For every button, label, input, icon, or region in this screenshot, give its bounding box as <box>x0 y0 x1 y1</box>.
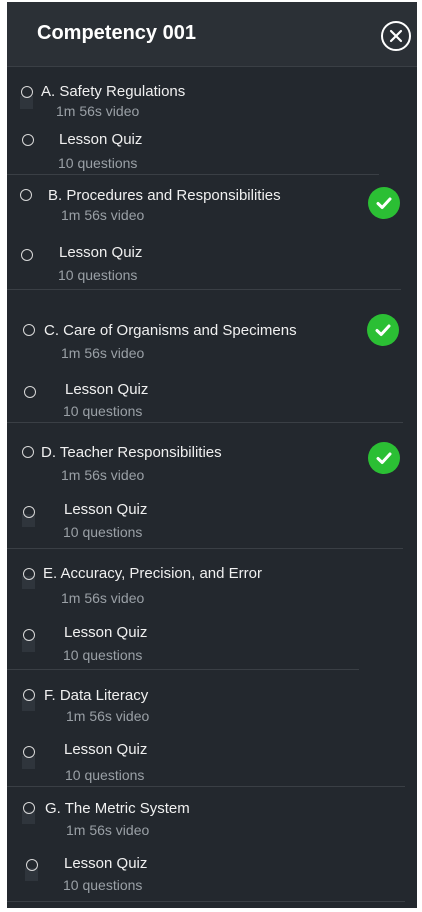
divider <box>7 174 379 175</box>
quiz-item-f[interactable]: Lesson Quiz 10 questions <box>7 738 417 798</box>
lesson-title: F. Data Literacy <box>44 687 149 704</box>
lesson-title: E. Accuracy, Precision, and Error <box>43 565 262 582</box>
quiz-title: Lesson Quiz <box>59 244 143 261</box>
close-button[interactable] <box>381 21 411 51</box>
lesson-item-g[interactable]: G. The Metric System 1m 56s video <box>7 797 417 857</box>
quiz-meta: 10 questions <box>63 524 143 540</box>
lesson-meta: 1m 56s video <box>66 822 150 838</box>
quiz-title: Lesson Quiz <box>59 131 143 148</box>
quiz-radio[interactable] <box>21 249 33 261</box>
quiz-item-e[interactable]: Lesson Quiz 10 questions <box>7 621 417 681</box>
quiz-item-c[interactable]: Lesson Quiz 10 questions <box>7 378 417 438</box>
divider <box>7 289 401 290</box>
quiz-radio[interactable] <box>23 506 35 518</box>
quiz-radio[interactable] <box>26 859 38 871</box>
lesson-meta: 1m 56s video <box>61 467 145 483</box>
quiz-item-b[interactable]: Lesson Quiz 10 questions <box>7 241 417 301</box>
lesson-title: G. The Metric System <box>45 800 190 817</box>
divider <box>7 548 403 549</box>
lesson-title: D. Teacher Responsibilities <box>41 444 222 461</box>
lesson-title: B. Procedures and Responsibilities <box>48 187 281 204</box>
divider <box>7 786 405 787</box>
quiz-meta: 10 questions <box>63 647 143 663</box>
quiz-radio[interactable] <box>24 386 36 398</box>
lesson-radio[interactable] <box>23 324 35 336</box>
lesson-meta: 1m 56s video <box>61 590 145 606</box>
lesson-item-b[interactable]: B. Procedures and Responsibilities 1m 56… <box>7 184 417 244</box>
completed-check-icon <box>367 314 399 346</box>
quiz-title: Lesson Quiz <box>64 624 148 641</box>
lesson-title: C. Care of Organisms and Specimens <box>44 322 297 339</box>
lesson-item-e[interactable]: E. Accuracy, Precision, and Error 1m 56s… <box>7 562 417 622</box>
lesson-meta: 1m 56s video <box>56 103 140 119</box>
lesson-title: A. Safety Regulations <box>41 83 186 100</box>
lesson-item-c[interactable]: C. Care of Organisms and Specimens 1m 56… <box>7 314 417 379</box>
quiz-radio[interactable] <box>22 134 34 146</box>
quiz-radio[interactable] <box>23 746 35 758</box>
quiz-radio[interactable] <box>23 629 35 641</box>
quiz-meta: 10 questions <box>65 767 145 783</box>
page-title: Competency 001 <box>37 22 196 44</box>
quiz-meta: 10 questions <box>58 267 138 283</box>
competency-panel: Competency 001 A. Safety Regulations 1m … <box>7 2 417 908</box>
quiz-title: Lesson Quiz <box>65 381 149 398</box>
divider <box>7 422 403 423</box>
lesson-item-d[interactable]: D. Teacher Responsibilities 1m 56s video <box>7 441 417 501</box>
panel-header: Competency 001 <box>7 2 417 67</box>
quiz-item-d[interactable]: Lesson Quiz 10 questions <box>7 498 417 558</box>
quiz-meta: 10 questions <box>63 877 143 893</box>
completed-check-icon <box>368 442 400 474</box>
quiz-title: Lesson Quiz <box>64 741 148 758</box>
lesson-radio[interactable] <box>22 446 34 458</box>
quiz-title: Lesson Quiz <box>64 501 148 518</box>
lesson-meta: 1m 56s video <box>61 345 145 361</box>
lesson-item-f[interactable]: F. Data Literacy 1m 56s video <box>7 684 417 744</box>
lesson-radio[interactable] <box>23 568 35 580</box>
lesson-meta: 1m 56s video <box>66 708 150 724</box>
completed-check-icon <box>368 187 400 219</box>
lesson-radio[interactable] <box>20 189 32 201</box>
quiz-meta: 10 questions <box>58 155 138 171</box>
lesson-radio[interactable] <box>23 689 35 701</box>
quiz-title: Lesson Quiz <box>64 855 148 872</box>
quiz-meta: 10 questions <box>63 403 143 419</box>
lesson-radio[interactable] <box>23 802 35 814</box>
close-icon <box>389 29 403 43</box>
divider <box>7 901 405 902</box>
quiz-item-a[interactable]: Lesson Quiz 10 questions <box>7 128 417 188</box>
lesson-radio[interactable] <box>21 86 33 98</box>
lesson-meta: 1m 56s video <box>61 207 145 223</box>
quiz-item-g[interactable]: Lesson Quiz 10 questions <box>7 852 417 912</box>
divider <box>7 669 359 670</box>
